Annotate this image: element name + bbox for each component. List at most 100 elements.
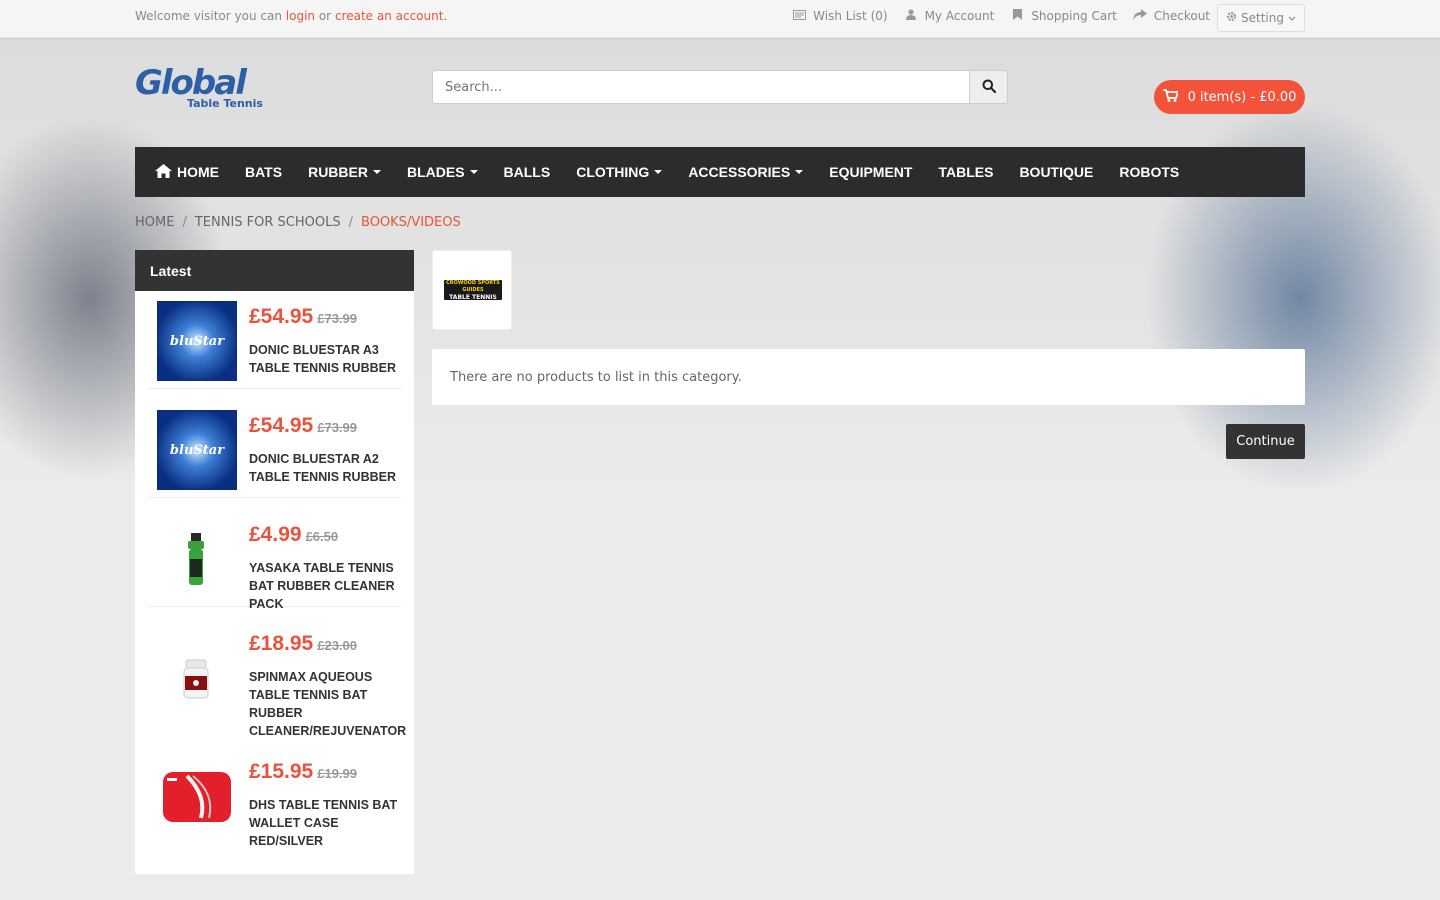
list-item[interactable]: bluStar £54.95 £73.99 DONIC BLUESTAR A2 T… <box>147 400 402 498</box>
shopping-cart-label: Shopping Cart <box>1031 9 1117 23</box>
breadcrumb-separator: / <box>182 215 187 230</box>
nav-item-label: EQUIPMENT <box>829 164 913 180</box>
welcome-text: Welcome visitor you can login or create … <box>135 9 447 23</box>
nav-item-label: BLADES <box>406 164 465 180</box>
product-image[interactable] <box>157 519 237 599</box>
list-item[interactable]: £4.99 £6.50 YASAKA TABLE TENNIS BAT RUBBE… <box>147 509 402 611</box>
setting-dropdown[interactable]: Setting <box>1217 4 1305 32</box>
product-image[interactable]: bluStar <box>157 301 237 381</box>
nav-item-balls[interactable]: BALLS <box>504 164 551 180</box>
checkout-link[interactable]: Checkout <box>1132 9 1210 23</box>
continue-button[interactable]: Continue <box>1226 424 1305 459</box>
breadcrumb-current[interactable]: BOOKS/VIDEOS <box>361 215 461 230</box>
nav-item-clothing[interactable]: CLOTHING <box>576 164 663 180</box>
nav-item-label: BOUTIQUE <box>1019 164 1094 180</box>
site-logo[interactable]: Global Table Tennis <box>135 66 275 114</box>
product-image-text: bluStar <box>169 334 225 349</box>
search-input[interactable] <box>432 70 969 104</box>
caret-down-icon <box>654 170 663 174</box>
setting-label: Setting <box>1241 11 1284 25</box>
price-current: £18.95 <box>249 632 314 655</box>
price-old: £23.00 <box>317 638 357 653</box>
category-book-title: TABLE TENNIS <box>449 294 497 301</box>
nav-item-label: BATS <box>245 164 283 180</box>
wishlist-icon <box>792 9 806 23</box>
gear-icon <box>1226 11 1237 25</box>
caret-down-icon <box>372 170 381 174</box>
home-icon <box>155 163 172 181</box>
nav-item-blades[interactable]: BLADES <box>407 164 478 180</box>
caret-down-icon <box>795 170 804 174</box>
product-price: £15.95 £19.99 <box>249 760 357 784</box>
cart-button[interactable]: 0 item(s) - £0.00 <box>1154 80 1305 114</box>
logo-subtext: Table Tennis <box>187 97 263 110</box>
product-image[interactable] <box>157 638 237 718</box>
product-name-link[interactable]: DONIC BLUESTAR A3 TABLE TENNIS RUBBER <box>249 341 409 377</box>
bookmark-icon <box>1010 9 1024 23</box>
nav-item-label: RUBBER <box>308 164 368 180</box>
share-icon <box>1132 9 1147 23</box>
cart-icon <box>1162 88 1179 106</box>
nav-item-rubber[interactable]: RUBBER <box>308 164 381 180</box>
category-book-cover: CROWOOD SPORTS GUIDES TABLE TENNIS <box>444 280 502 301</box>
category-image: CROWOOD SPORTS GUIDES TABLE TENNIS <box>432 250 512 330</box>
breadcrumb-separator: / <box>348 215 353 230</box>
breadcrumb: HOME / TENNIS FOR SCHOOLS / BOOKS/VIDEOS <box>135 215 461 230</box>
nav-item-label: ACCESSORIES <box>688 164 791 180</box>
breadcrumb-home[interactable]: HOME <box>135 215 174 230</box>
account-link[interactable]: My Account <box>904 9 995 23</box>
list-item[interactable]: £18.95 £23.00 SPINMAX AQUEOUS TABLE TENNI… <box>147 618 406 738</box>
product-name-link[interactable]: DONIC BLUESTAR A2 TABLE TENNIS RUBBER <box>249 450 409 486</box>
breadcrumb-parent[interactable]: TENNIS FOR SCHOOLS <box>195 215 341 230</box>
cleaner-bottle-image <box>188 533 204 585</box>
product-image-text: bluStar <box>169 443 225 458</box>
nav-item-home[interactable]: HOME <box>155 163 219 181</box>
nav-item-robots[interactable]: ROBOTS <box>1119 164 1179 180</box>
account-label: My Account <box>924 9 995 23</box>
top-links: Wish List (0) My Account Shopping Cart C… <box>792 9 1210 23</box>
sidebar-title: Latest <box>135 250 414 291</box>
product-price: £18.95 £23.00 <box>249 632 357 656</box>
shopping-cart-link[interactable]: Shopping Cart <box>1010 9 1117 23</box>
nav-item-label: TABLES <box>938 164 994 180</box>
nav-item-bats[interactable]: BATS <box>245 164 282 180</box>
search-button[interactable] <box>969 70 1008 104</box>
empty-message-text: There are no products to list in this ca… <box>450 369 742 385</box>
empty-category-message: There are no products to list in this ca… <box>432 349 1305 405</box>
or-text: or <box>318 9 332 23</box>
nav-item-tables[interactable]: TABLES <box>938 164 993 180</box>
product-name-link[interactable]: SPINMAX AQUEOUS TABLE TENNIS BAT RUBBER … <box>249 668 409 740</box>
product-price: £54.95 £73.99 <box>249 414 357 438</box>
search-icon <box>982 79 996 96</box>
list-item[interactable]: bluStar £54.95 £73.99 DONIC BLUESTAR A3 T… <box>147 291 402 389</box>
nav-item-label: HOME <box>177 164 219 180</box>
search-bar <box>432 70 1008 104</box>
product-image[interactable]: bluStar <box>157 410 237 490</box>
list-item[interactable]: £15.95 £19.99 DHS TABLE TENNIS BAT WALLET… <box>147 746 402 848</box>
chevron-down-icon <box>1288 11 1296 25</box>
create-account-link[interactable]: create an account. <box>335 9 447 23</box>
cart-button-label: 0 item(s) - £0.00 <box>1187 89 1297 105</box>
wallet-case-image <box>163 772 231 822</box>
caret-down-icon <box>469 170 478 174</box>
user-icon <box>904 9 918 23</box>
price-current: £4.99 <box>249 523 302 546</box>
top-bar: Welcome visitor you can login or create … <box>0 0 1440 38</box>
price-old: £6.50 <box>305 529 339 544</box>
nav-item-accessories[interactable]: ACCESSORIES <box>688 164 804 180</box>
main-navigation: HOME BATS RUBBER BLADES BALLS CLOTHING A… <box>135 147 1305 197</box>
product-name-link[interactable]: DHS TABLE TENNIS BAT WALLET CASE RED/SIL… <box>249 796 409 850</box>
nav-item-boutique[interactable]: BOUTIQUE <box>1019 164 1093 180</box>
nav-item-label: CLOTHING <box>576 164 650 180</box>
latest-sidebar: Latest bluStar £54.95 £73.99 DONIC BLUEST… <box>135 250 414 874</box>
price-old: £73.99 <box>317 420 357 435</box>
category-book-series: CROWOOD SPORTS GUIDES <box>446 280 500 293</box>
price-current: £54.95 <box>249 305 314 328</box>
product-name-link[interactable]: YASAKA TABLE TENNIS BAT RUBBER CLEANER P… <box>249 559 409 613</box>
product-image[interactable] <box>157 756 237 836</box>
wishlist-link[interactable]: Wish List (0) <box>792 9 888 23</box>
logo-text: Global <box>135 63 247 103</box>
login-link[interactable]: login <box>286 9 315 23</box>
nav-item-equipment[interactable]: EQUIPMENT <box>829 164 912 180</box>
price-current: £54.95 <box>249 414 314 437</box>
